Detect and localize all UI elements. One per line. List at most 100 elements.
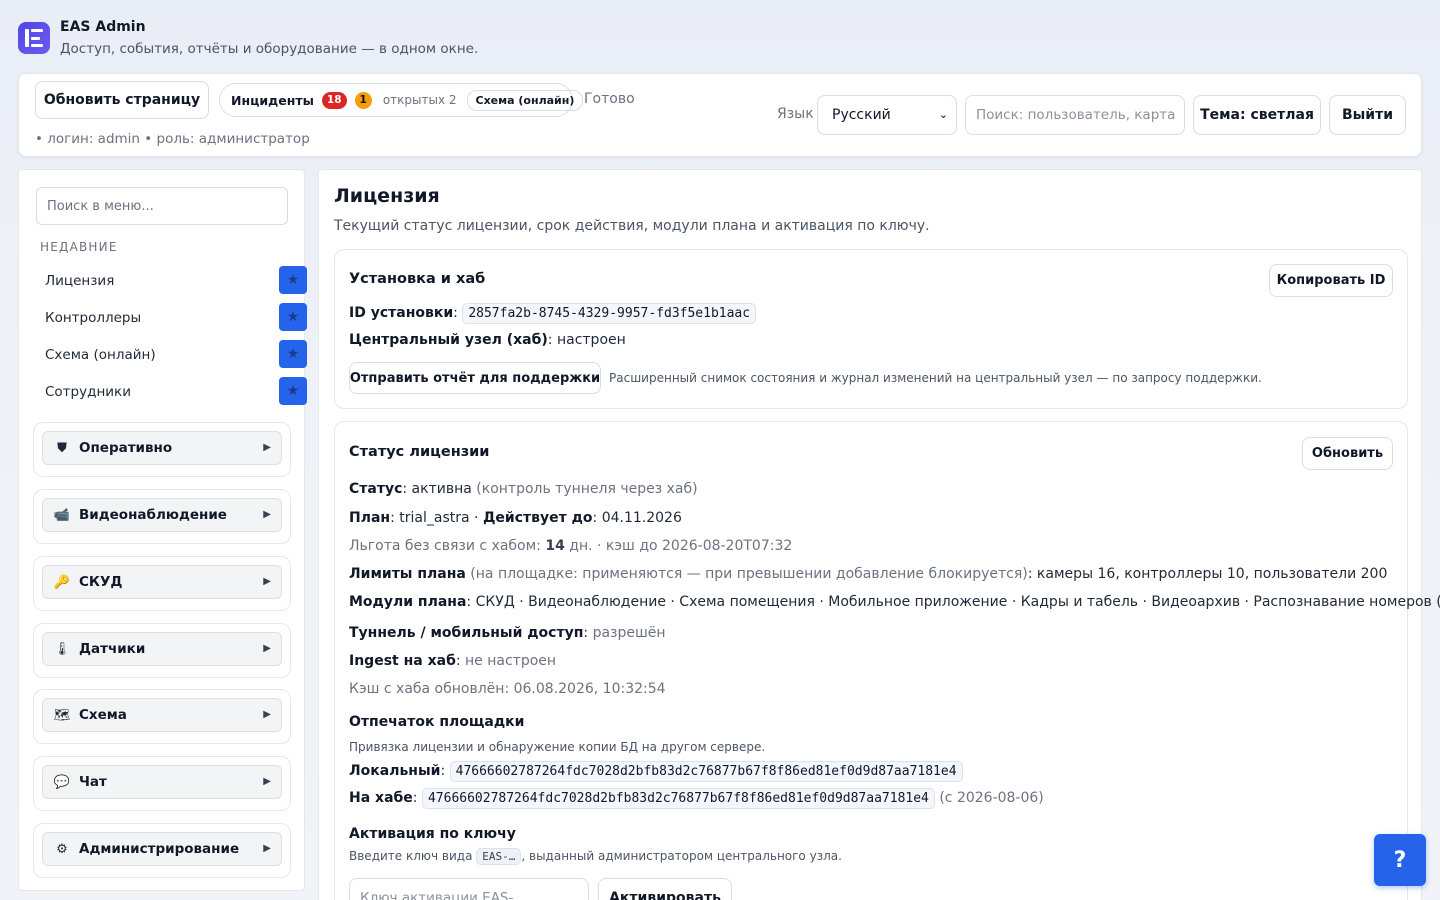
status-row: Статус: активна (контроль туннеля через … xyxy=(349,481,698,497)
valid-until-value: 04.11.2026 xyxy=(601,510,682,526)
status-note: (контроль туннеля через хаб) xyxy=(476,481,698,497)
recent-section-title: НЕДАВНИЕ xyxy=(40,240,118,254)
ingest-row: Ingest на хаб: не настроен xyxy=(349,653,557,669)
nav-group-label: СКУД xyxy=(79,574,123,590)
local-fingerprint-value: 47666602787264fdc7028d2bfb83d2c76877b67f… xyxy=(449,761,963,782)
topbar: Обновить страницу Инциденты 18 1 открыты… xyxy=(18,73,1422,157)
recent-item-label: Лицензия xyxy=(45,273,115,289)
nav-group-label: Видеонаблюдение xyxy=(79,507,227,523)
grace-row: Льгота без связи с хабом: 14 дн. · кэш д… xyxy=(349,538,792,554)
recent-item-label: Схема (онлайн) xyxy=(45,347,156,363)
support-hint: Расширенный снимок состояния и журнал из… xyxy=(609,371,1262,385)
nav-group-toggle[interactable]: ⚙ Администрирование ▶ xyxy=(42,832,282,866)
local-fingerprint-row: Локальный: 47666602787264fdc7028d2bfb83d… xyxy=(349,761,963,782)
install-id-label: ID установки xyxy=(349,305,454,321)
activation-title: Активация по ключу xyxy=(349,826,516,842)
incidents-widget[interactable]: Инциденты 18 1 открытых 2 Схема (онлайн) xyxy=(219,83,584,117)
star-icon[interactable]: ★ xyxy=(279,340,307,368)
nav-group-label: Схема xyxy=(79,707,127,723)
nav-group-label: Датчики xyxy=(79,641,146,657)
star-icon[interactable]: ★ xyxy=(279,266,307,294)
hub-fingerprint-row: На хабе: 47666602787264fdc7028d2bfb83d2c… xyxy=(349,788,1044,809)
language-label: Язык xyxy=(777,106,814,122)
menu-search-input[interactable] xyxy=(36,187,288,225)
expand-arrow-icon: ▶ xyxy=(263,576,271,587)
schema-online-chip[interactable]: Схема (онлайн) xyxy=(466,89,584,111)
global-search-input[interactable] xyxy=(965,95,1185,135)
nav-group-administration: ⚙ Администрирование ▶ xyxy=(33,823,291,878)
grace-prefix: Льгота без связи с хабом: xyxy=(349,538,541,554)
recent-item-schema-online[interactable]: Схема (онлайн) ★ xyxy=(36,340,307,370)
key-icon: 🔑 xyxy=(53,574,71,590)
expand-arrow-icon: ▶ xyxy=(263,509,271,520)
help-button[interactable]: ? xyxy=(1374,834,1426,886)
send-support-report-button[interactable]: Отправить отчёт для поддержки xyxy=(349,362,601,394)
card-title: Установка и хаб xyxy=(349,271,486,287)
expand-arrow-icon: ▶ xyxy=(263,442,271,453)
nav-group-chat: 💬 Чат ▶ xyxy=(33,756,291,811)
recent-item-label: Сотрудники xyxy=(45,384,131,400)
chevron-down-icon: ⌄ xyxy=(938,108,948,121)
modules-value: СКУД · Видеонаблюдение · Схема помещения… xyxy=(475,594,1440,610)
local-fingerprint-label: Локальный xyxy=(349,763,441,779)
cache-updated-text: Кэш с хаба обновлён: 06.08.2026, 10:32:5… xyxy=(349,681,666,697)
nav-group-toggle[interactable]: 🗺 Схема ▶ xyxy=(42,698,282,732)
activate-button[interactable]: Активировать xyxy=(598,878,732,900)
language-select[interactable]: Русский ⌄ xyxy=(817,95,957,135)
video-camera-icon: 📹 xyxy=(53,507,71,523)
nav-group-toggle[interactable]: 🌡 Датчики ▶ xyxy=(42,632,282,666)
recent-item-license[interactable]: Лицензия ★ xyxy=(36,266,307,296)
nav-group-label: Чат xyxy=(79,774,107,790)
nav-group-toggle[interactable]: 🔑 СКУД ▶ xyxy=(42,565,282,599)
status-label: Статус xyxy=(349,481,403,497)
app-subtitle: Доступ, события, отчёты и оборудование —… xyxy=(60,41,479,57)
sidebar: НЕДАВНИЕ Лицензия ★ Контроллеры ★ Схема … xyxy=(18,169,307,891)
star-icon[interactable]: ★ xyxy=(279,303,307,331)
app-logo-icon xyxy=(18,22,50,54)
copy-id-button[interactable]: Копировать ID xyxy=(1269,264,1393,297)
modules-label: Модули плана xyxy=(349,594,467,610)
grace-suffix: дн. · кэш до 2026-08-20T07:32 xyxy=(569,538,793,554)
limits-label: Лимиты плана xyxy=(349,566,466,582)
status-value: активна xyxy=(411,481,472,497)
nav-group-toggle[interactable]: 💬 Чат ▶ xyxy=(42,765,282,799)
app-title: EAS Admin xyxy=(60,19,146,35)
app-header: EAS Admin Доступ, события, отчёты и обор… xyxy=(18,18,618,60)
card-title: Статус лицензии xyxy=(349,444,490,460)
valid-until-label: Действует до xyxy=(482,510,593,526)
hub-label: Центральный узел (хаб) xyxy=(349,332,548,348)
nav-group-toggle[interactable]: 📹 Видеонаблюдение ▶ xyxy=(42,498,282,532)
limits-value: камеры 16, контроллеры 10, пользователи … xyxy=(1036,566,1388,582)
tunnel-value: разрешён xyxy=(592,625,666,641)
fingerprint-hint: Привязка лицензии и обнаружение копии БД… xyxy=(349,740,766,754)
nav-group-sensors: 🌡 Датчики ▶ xyxy=(33,623,291,678)
plan-value: trial_astra xyxy=(399,510,470,526)
logout-button[interactable]: Выйти xyxy=(1329,95,1406,135)
thermometer-icon: 🌡 xyxy=(53,641,71,657)
recent-item-label: Контроллеры xyxy=(45,310,142,326)
warning-count-badge: 1 xyxy=(354,91,372,109)
activation-key-input[interactable] xyxy=(349,878,589,900)
recent-item-controllers[interactable]: Контроллеры ★ xyxy=(36,303,307,333)
expand-arrow-icon: ▶ xyxy=(263,643,271,654)
language-selected-value: Русский xyxy=(832,107,891,123)
hub-fingerprint-since: (с 2026-08-06) xyxy=(939,790,1044,806)
expand-arrow-icon: ▶ xyxy=(263,709,271,720)
expand-arrow-icon: ▶ xyxy=(263,843,271,854)
page-title: Лицензия xyxy=(334,185,440,207)
limits-row: Лимиты плана (на площадке: применяются —… xyxy=(349,566,1388,582)
refresh-page-button[interactable]: Обновить страницу xyxy=(35,81,209,119)
nav-group-label: Администрирование xyxy=(79,841,240,857)
map-icon: 🗺 xyxy=(53,707,71,723)
activation-key-sample: EAS-… xyxy=(476,848,522,865)
refresh-status-button[interactable]: Обновить xyxy=(1302,437,1393,470)
star-icon[interactable]: ★ xyxy=(279,377,307,405)
open-incidents-text: открытых 2 xyxy=(382,93,457,107)
install-id-value: 2857fa2b-8745-4329-9957-fd3f5e1b1aac xyxy=(462,303,757,324)
recent-item-employees[interactable]: Сотрудники ★ xyxy=(36,377,307,407)
theme-toggle-button[interactable]: Тема: светлая xyxy=(1193,95,1321,135)
limits-note: (на площадке: применяются — при превышен… xyxy=(470,566,1028,582)
nav-group-toggle[interactable]: ⛊ Оперативно ▶ xyxy=(42,431,282,465)
tunnel-label: Туннель / мобильный доступ xyxy=(349,625,584,641)
hub-fingerprint-label: На хабе xyxy=(349,790,413,806)
